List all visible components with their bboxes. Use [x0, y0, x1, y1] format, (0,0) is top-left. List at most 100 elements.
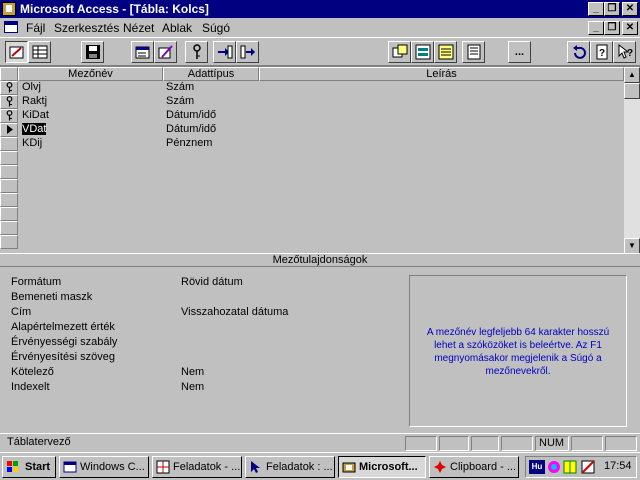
vertical-scrollbar[interactable]: ▲ ▼ [624, 67, 640, 254]
description-cell[interactable] [259, 109, 624, 123]
field-name-cell[interactable]: Raktj [18, 95, 163, 109]
doc-minimize-button[interactable]: _ [588, 21, 604, 35]
row-selector[interactable] [0, 137, 18, 151]
data-type-cell[interactable]: Dátum/idő [162, 109, 258, 123]
description-cell[interactable] [259, 95, 624, 109]
table-row[interactable] [0, 235, 624, 249]
properties-button[interactable] [131, 41, 154, 63]
scroll-down-button[interactable]: ▼ [624, 238, 640, 254]
property-value[interactable]: Rövid dátum [181, 276, 243, 288]
table-row[interactable]: VDat Dátum/idő [0, 123, 624, 137]
column-description[interactable]: Leírás [259, 67, 624, 81]
data-type-cell[interactable]: Szám [162, 95, 258, 109]
row-selector-header[interactable] [0, 67, 18, 81]
new-report-button[interactable] [434, 41, 457, 63]
property-row[interactable]: Cím Visszahozatal dátuma [0, 306, 400, 321]
row-selector[interactable] [0, 151, 18, 165]
build-button[interactable] [154, 41, 177, 63]
design-view-button[interactable] [5, 41, 28, 63]
column-field-name[interactable]: Mezőnév [18, 67, 163, 81]
data-type-cell[interactable]: Szám [162, 81, 258, 95]
row-selector[interactable] [0, 207, 18, 221]
taskbar-item-feladatok-2[interactable]: Feladatok : ... [245, 456, 335, 478]
delete-row-button[interactable] [236, 41, 259, 63]
doc-restore-button[interactable]: ❐ [604, 21, 620, 35]
property-value[interactable]: Nem [181, 381, 204, 393]
column-data-type[interactable]: Adattípus [163, 67, 259, 81]
table-row[interactable]: KDij Pénznem [0, 137, 624, 151]
description-cell[interactable] [259, 81, 624, 95]
document-control-icon[interactable] [4, 21, 18, 33]
property-row[interactable]: Formátum Rövid dátum [0, 276, 400, 291]
description-cell[interactable] [259, 123, 624, 137]
color-tray-icon[interactable] [547, 460, 561, 474]
primary-key-button[interactable] [185, 41, 208, 63]
property-value[interactable]: Visszahozatal dátuma [181, 306, 288, 318]
property-row[interactable]: Érvényességi szabály [0, 336, 400, 351]
menu-window[interactable]: Ablak [162, 21, 192, 35]
row-selector[interactable] [0, 193, 18, 207]
minimize-button[interactable]: _ [588, 2, 604, 16]
table-row[interactable] [0, 179, 624, 193]
primary-key-icon[interactable] [0, 95, 18, 109]
new-form-button[interactable] [411, 41, 434, 63]
field-name-cell[interactable]: KiDat [18, 109, 163, 123]
property-row[interactable]: Alapértelmezett érték [0, 321, 400, 336]
cue-cards-button[interactable]: ? [590, 41, 613, 63]
restore-button[interactable]: ❐ [604, 2, 620, 16]
property-value[interactable]: Nem [181, 366, 204, 378]
grid-tray-icon[interactable] [563, 460, 577, 474]
table-row[interactable] [0, 207, 624, 221]
current-row-arrow-icon[interactable] [0, 123, 18, 137]
clock[interactable]: 17:54 [604, 460, 632, 472]
row-selector[interactable] [0, 235, 18, 249]
taskbar-item-access[interactable]: Microsoft... [338, 456, 426, 478]
field-name-text: VDat [22, 123, 47, 135]
menu-edit[interactable]: Szerkesztés [54, 21, 119, 35]
field-name-cell[interactable]: KDij [18, 137, 163, 151]
close-button[interactable]: ✕ [622, 2, 638, 16]
row-selector[interactable] [0, 179, 18, 193]
insert-row-button[interactable] [213, 41, 236, 63]
field-name-cell[interactable]: Olvj [18, 81, 163, 95]
table-row[interactable] [0, 221, 624, 235]
undo-button[interactable] [567, 41, 590, 63]
primary-key-icon[interactable] [0, 81, 18, 95]
table-row[interactable] [0, 165, 624, 179]
datasheet-view-button[interactable] [28, 41, 51, 63]
menu-file[interactable]: Fájl [26, 21, 45, 35]
data-type-cell[interactable]: Dátum/idő [162, 123, 258, 137]
description-cell[interactable] [259, 137, 624, 151]
language-indicator[interactable]: Hu [529, 460, 545, 474]
volume-tray-icon[interactable] [581, 460, 595, 474]
field-name-cell[interactable]: VDat [18, 123, 163, 137]
scroll-up-button[interactable]: ▲ [624, 67, 640, 83]
scroll-thumb[interactable] [624, 83, 640, 99]
access-app-icon[interactable] [2, 2, 16, 16]
property-row[interactable]: Bemeneti maszk [0, 291, 400, 306]
taskbar-item-windows[interactable]: Windows C... [59, 456, 149, 478]
table-row[interactable] [0, 193, 624, 207]
row-selector[interactable] [0, 165, 18, 179]
row-selector[interactable] [0, 221, 18, 235]
data-type-cell[interactable]: Pénznem [162, 137, 258, 151]
property-row[interactable]: Indexelt Nem [0, 381, 400, 396]
database-window-button[interactable] [462, 41, 485, 63]
builder-button[interactable]: ... [508, 41, 531, 63]
table-row[interactable] [0, 151, 624, 165]
taskbar-item-feladatok-1[interactable]: Feladatok - ... [152, 456, 242, 478]
property-row[interactable]: Kötelező Nem [0, 366, 400, 381]
new-query-button[interactable] [388, 41, 411, 63]
table-row[interactable]: Olvj Szám [0, 81, 624, 95]
start-button[interactable]: Start [2, 456, 56, 478]
primary-key-icon[interactable] [0, 109, 18, 123]
property-row[interactable]: Érvényesítési szöveg [0, 351, 400, 366]
table-row[interactable]: Raktj Szám [0, 95, 624, 109]
menu-help[interactable]: Súgó [202, 21, 230, 35]
help-pointer-button[interactable]: ? [613, 41, 636, 63]
save-button[interactable] [81, 41, 104, 63]
taskbar-item-clipboard[interactable]: Clipboard - ... [429, 456, 519, 478]
table-row[interactable]: KiDat Dátum/idő [0, 109, 624, 123]
menu-view[interactable]: Nézet [123, 21, 154, 35]
doc-close-button[interactable]: ✕ [622, 21, 638, 35]
